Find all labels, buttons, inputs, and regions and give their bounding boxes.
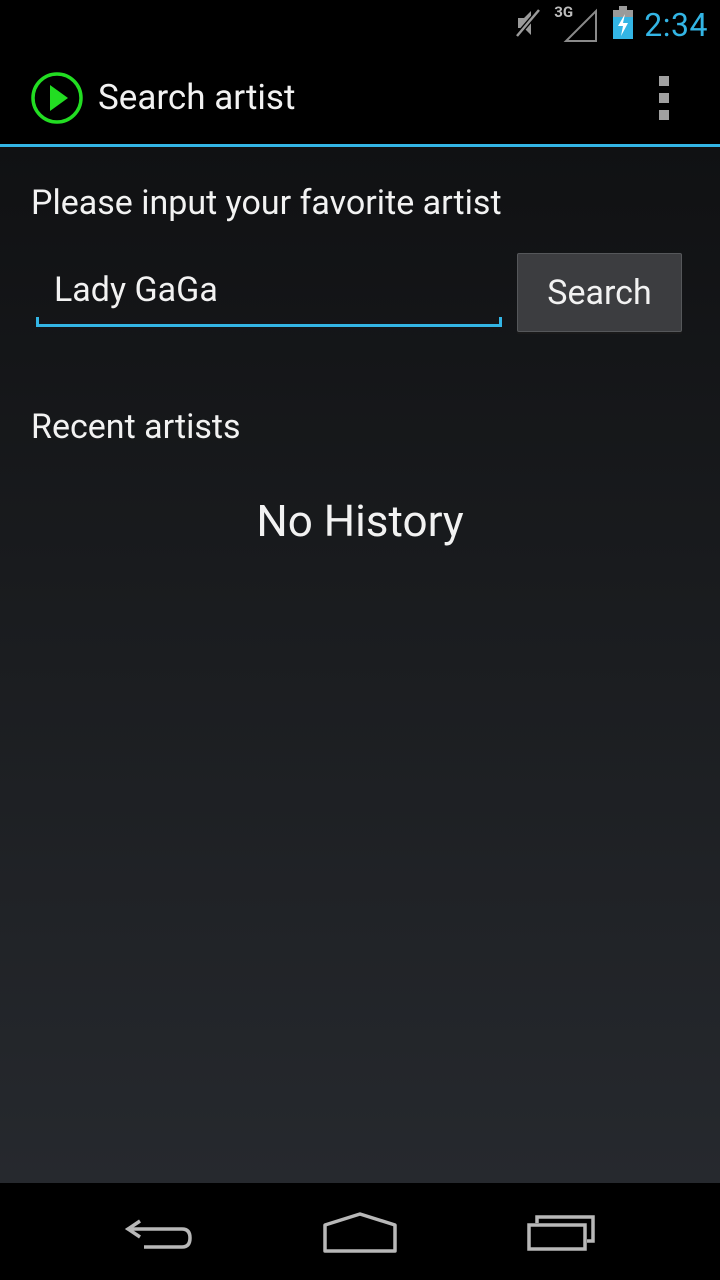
home-icon[interactable] [305, 1203, 415, 1263]
status-bar: 3G 2:34 [0, 0, 720, 50]
app-screen: 3G 2:34 Search artist Please input your … [0, 0, 720, 1280]
status-time: 2:34 [644, 6, 708, 44]
search-prompt-label: Please input your favorite artist [31, 183, 502, 223]
artist-search-input[interactable] [36, 257, 502, 323]
search-button[interactable]: Search [517, 253, 682, 332]
no-history-message: No History [256, 495, 464, 547]
search-field-container [36, 257, 502, 327]
overflow-dot [659, 76, 669, 86]
recent-artists-heading: Recent artists [31, 407, 241, 447]
signal-3g-icon: 3G [554, 3, 598, 43]
battery-charging-icon [612, 6, 634, 44]
overflow-dot [659, 93, 669, 103]
muted-speaker-icon [514, 7, 544, 43]
page-title: Search artist [98, 77, 296, 118]
action-bar: Search artist [0, 50, 720, 147]
play-circle-icon[interactable] [30, 71, 84, 125]
overflow-dot [659, 110, 669, 120]
back-icon[interactable] [105, 1203, 215, 1263]
overflow-menu-icon[interactable] [648, 76, 680, 120]
search-input-underline [36, 317, 502, 327]
system-nav-bar [0, 1183, 720, 1280]
recent-apps-icon[interactable] [506, 1203, 616, 1263]
network-type-label: 3G [554, 3, 574, 21]
status-icons: 3G 2:34 [500, 0, 708, 50]
main-content: Please input your favorite artist Search… [0, 147, 720, 1183]
